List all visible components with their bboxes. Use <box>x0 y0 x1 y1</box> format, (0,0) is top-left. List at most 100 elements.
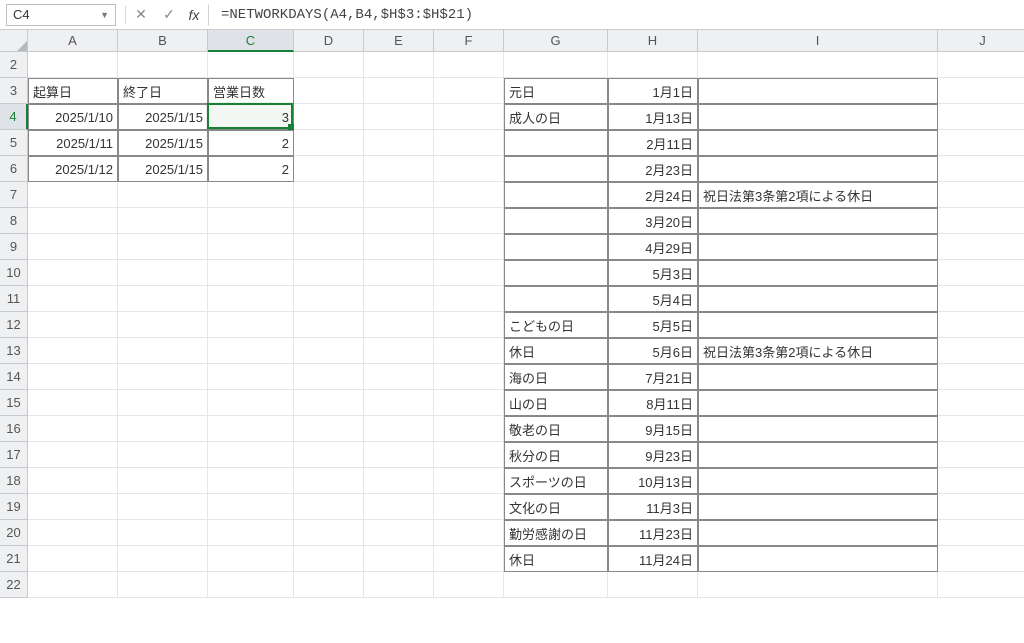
cell-E21[interactable] <box>364 546 434 572</box>
cell-C15[interactable] <box>208 390 294 416</box>
cell-B10[interactable] <box>118 260 208 286</box>
cell-C14[interactable] <box>208 364 294 390</box>
cell-C6[interactable]: 2 <box>208 156 294 182</box>
column-header-F[interactable]: F <box>434 30 504 52</box>
cell-F10[interactable] <box>434 260 504 286</box>
cell-F22[interactable] <box>434 572 504 598</box>
cell-H14[interactable]: 7月21日 <box>608 364 698 390</box>
cell-A9[interactable] <box>28 234 118 260</box>
cell-G11[interactable] <box>504 286 608 312</box>
cell-E9[interactable] <box>364 234 434 260</box>
cell-B5[interactable]: 2025/1/15 <box>118 130 208 156</box>
cell-J13[interactable] <box>938 338 1024 364</box>
cell-D17[interactable] <box>294 442 364 468</box>
row-header-3[interactable]: 3 <box>0 78 28 104</box>
cell-D8[interactable] <box>294 208 364 234</box>
cell-I11[interactable] <box>698 286 938 312</box>
cancel-formula-button[interactable]: ✕ <box>129 4 153 26</box>
cell-F5[interactable] <box>434 130 504 156</box>
column-header-J[interactable]: J <box>938 30 1024 52</box>
cell-C8[interactable] <box>208 208 294 234</box>
cell-B3[interactable]: 終了日 <box>118 78 208 104</box>
cell-A7[interactable] <box>28 182 118 208</box>
cell-G9[interactable] <box>504 234 608 260</box>
cell-B11[interactable] <box>118 286 208 312</box>
cell-D20[interactable] <box>294 520 364 546</box>
cell-F20[interactable] <box>434 520 504 546</box>
cell-I7[interactable]: 祝日法第3条第2項による休日 <box>698 182 938 208</box>
cell-D15[interactable] <box>294 390 364 416</box>
formula-input[interactable]: =NETWORKDAYS(A4,B4,$H$3:$H$21) <box>213 4 1024 26</box>
cell-I19[interactable] <box>698 494 938 520</box>
cell-D2[interactable] <box>294 52 364 78</box>
column-header-E[interactable]: E <box>364 30 434 52</box>
cell-F18[interactable] <box>434 468 504 494</box>
cell-grid[interactable]: 起算日終了日営業日数元日1月1日2025/1/102025/1/153成人の日1… <box>28 52 1024 598</box>
cell-I15[interactable] <box>698 390 938 416</box>
cell-I3[interactable] <box>698 78 938 104</box>
insert-function-button[interactable]: fx <box>185 4 209 26</box>
cell-C3[interactable]: 営業日数 <box>208 78 294 104</box>
cell-C17[interactable] <box>208 442 294 468</box>
cell-G6[interactable] <box>504 156 608 182</box>
cell-B18[interactable] <box>118 468 208 494</box>
cell-J2[interactable] <box>938 52 1024 78</box>
cell-F15[interactable] <box>434 390 504 416</box>
cell-C19[interactable] <box>208 494 294 520</box>
cell-A14[interactable] <box>28 364 118 390</box>
cell-C13[interactable] <box>208 338 294 364</box>
cell-C12[interactable] <box>208 312 294 338</box>
cell-J10[interactable] <box>938 260 1024 286</box>
cell-G13[interactable]: 休日 <box>504 338 608 364</box>
cell-E18[interactable] <box>364 468 434 494</box>
cell-D19[interactable] <box>294 494 364 520</box>
cell-I8[interactable] <box>698 208 938 234</box>
cell-G19[interactable]: 文化の日 <box>504 494 608 520</box>
cell-J3[interactable] <box>938 78 1024 104</box>
cell-H22[interactable] <box>608 572 698 598</box>
cell-J21[interactable] <box>938 546 1024 572</box>
cell-J6[interactable] <box>938 156 1024 182</box>
cell-A6[interactable]: 2025/1/12 <box>28 156 118 182</box>
cell-G18[interactable]: スポーツの日 <box>504 468 608 494</box>
cell-H16[interactable]: 9月15日 <box>608 416 698 442</box>
cell-A21[interactable] <box>28 546 118 572</box>
cell-I18[interactable] <box>698 468 938 494</box>
cell-G8[interactable] <box>504 208 608 234</box>
cell-J4[interactable] <box>938 104 1024 130</box>
cell-F17[interactable] <box>434 442 504 468</box>
cell-G22[interactable] <box>504 572 608 598</box>
cell-A20[interactable] <box>28 520 118 546</box>
row-header-20[interactable]: 20 <box>0 520 28 546</box>
cell-B13[interactable] <box>118 338 208 364</box>
cell-G17[interactable]: 秋分の日 <box>504 442 608 468</box>
cell-C4[interactable]: 3 <box>208 104 294 130</box>
cell-J14[interactable] <box>938 364 1024 390</box>
cell-C10[interactable] <box>208 260 294 286</box>
cell-B20[interactable] <box>118 520 208 546</box>
cell-H7[interactable]: 2月24日 <box>608 182 698 208</box>
cell-H20[interactable]: 11月23日 <box>608 520 698 546</box>
cell-D14[interactable] <box>294 364 364 390</box>
column-header-G[interactable]: G <box>504 30 608 52</box>
cell-G2[interactable] <box>504 52 608 78</box>
cell-C21[interactable] <box>208 546 294 572</box>
cell-E2[interactable] <box>364 52 434 78</box>
cell-J12[interactable] <box>938 312 1024 338</box>
cell-A22[interactable] <box>28 572 118 598</box>
cell-J20[interactable] <box>938 520 1024 546</box>
cell-H21[interactable]: 11月24日 <box>608 546 698 572</box>
cell-D10[interactable] <box>294 260 364 286</box>
cell-F13[interactable] <box>434 338 504 364</box>
cell-A13[interactable] <box>28 338 118 364</box>
cell-A12[interactable] <box>28 312 118 338</box>
cell-H10[interactable]: 5月3日 <box>608 260 698 286</box>
cell-F19[interactable] <box>434 494 504 520</box>
cell-H9[interactable]: 4月29日 <box>608 234 698 260</box>
cell-C20[interactable] <box>208 520 294 546</box>
cell-B2[interactable] <box>118 52 208 78</box>
cell-E6[interactable] <box>364 156 434 182</box>
cell-J8[interactable] <box>938 208 1024 234</box>
cell-G5[interactable] <box>504 130 608 156</box>
cell-F4[interactable] <box>434 104 504 130</box>
